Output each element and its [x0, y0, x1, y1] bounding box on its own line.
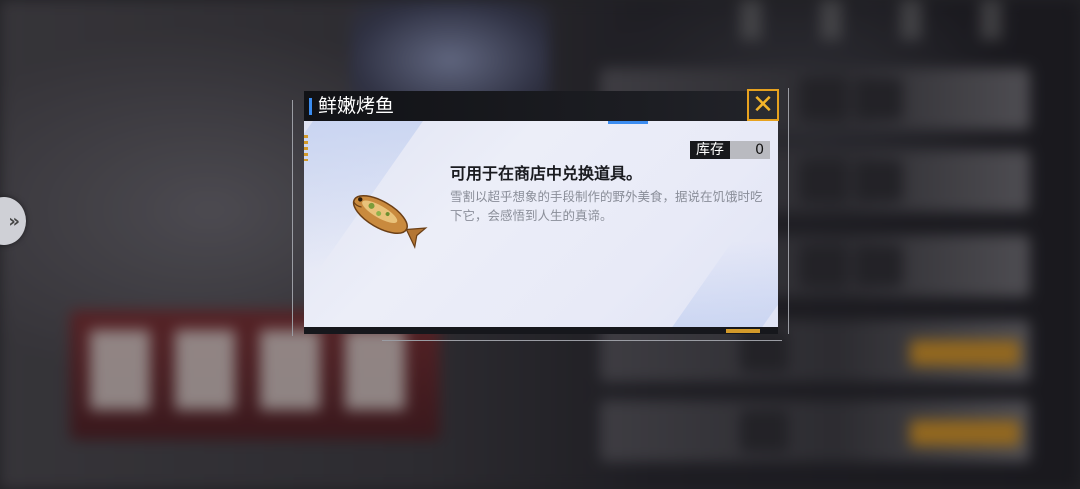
item-detail-dialog: 鲜嫩烤鱼 ✕ 库存 0 可用于在商店中兑换道具。 雪割以超乎想象的手段制作的野外… — [292, 88, 792, 350]
side-marks — [304, 135, 308, 161]
stock-label: 库存 — [690, 141, 730, 159]
double-chevron-right-icon: » — [8, 210, 20, 232]
dialog-bottom-bar — [304, 327, 778, 334]
dialog-body: 库存 0 可用于在商店中兑换道具。 雪割以超乎想象的手段制作的野外美食，据说在饥… — [304, 121, 778, 334]
dialog-header: 鲜嫩烤鱼 — [304, 91, 776, 121]
title-accent-bar — [309, 98, 312, 115]
grilled-fish-icon — [352, 194, 428, 249]
item-title: 鲜嫩烤鱼 — [318, 95, 395, 117]
stock-value: 0 — [730, 141, 770, 159]
close-icon: ✕ — [752, 90, 774, 120]
close-button[interactable]: ✕ — [747, 89, 779, 121]
item-description: 雪割以超乎想象的手段制作的野外美食，据说在饥饿时吃下它，会感悟到人生的真谛。 — [450, 189, 763, 223]
stock-badge: 库存 0 — [690, 141, 770, 159]
tab-indicator — [608, 121, 648, 124]
item-usage-heading: 可用于在商店中兑换道具。 — [450, 164, 643, 183]
